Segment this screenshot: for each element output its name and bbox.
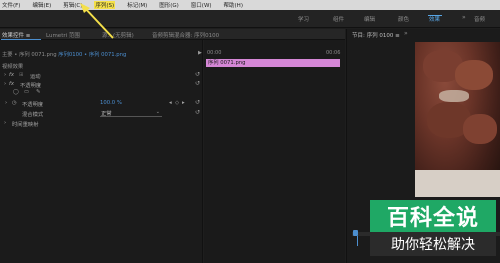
- watermark-subtitle: 助你轻松解决: [370, 232, 496, 256]
- watermark-title: 百科全说: [370, 200, 496, 232]
